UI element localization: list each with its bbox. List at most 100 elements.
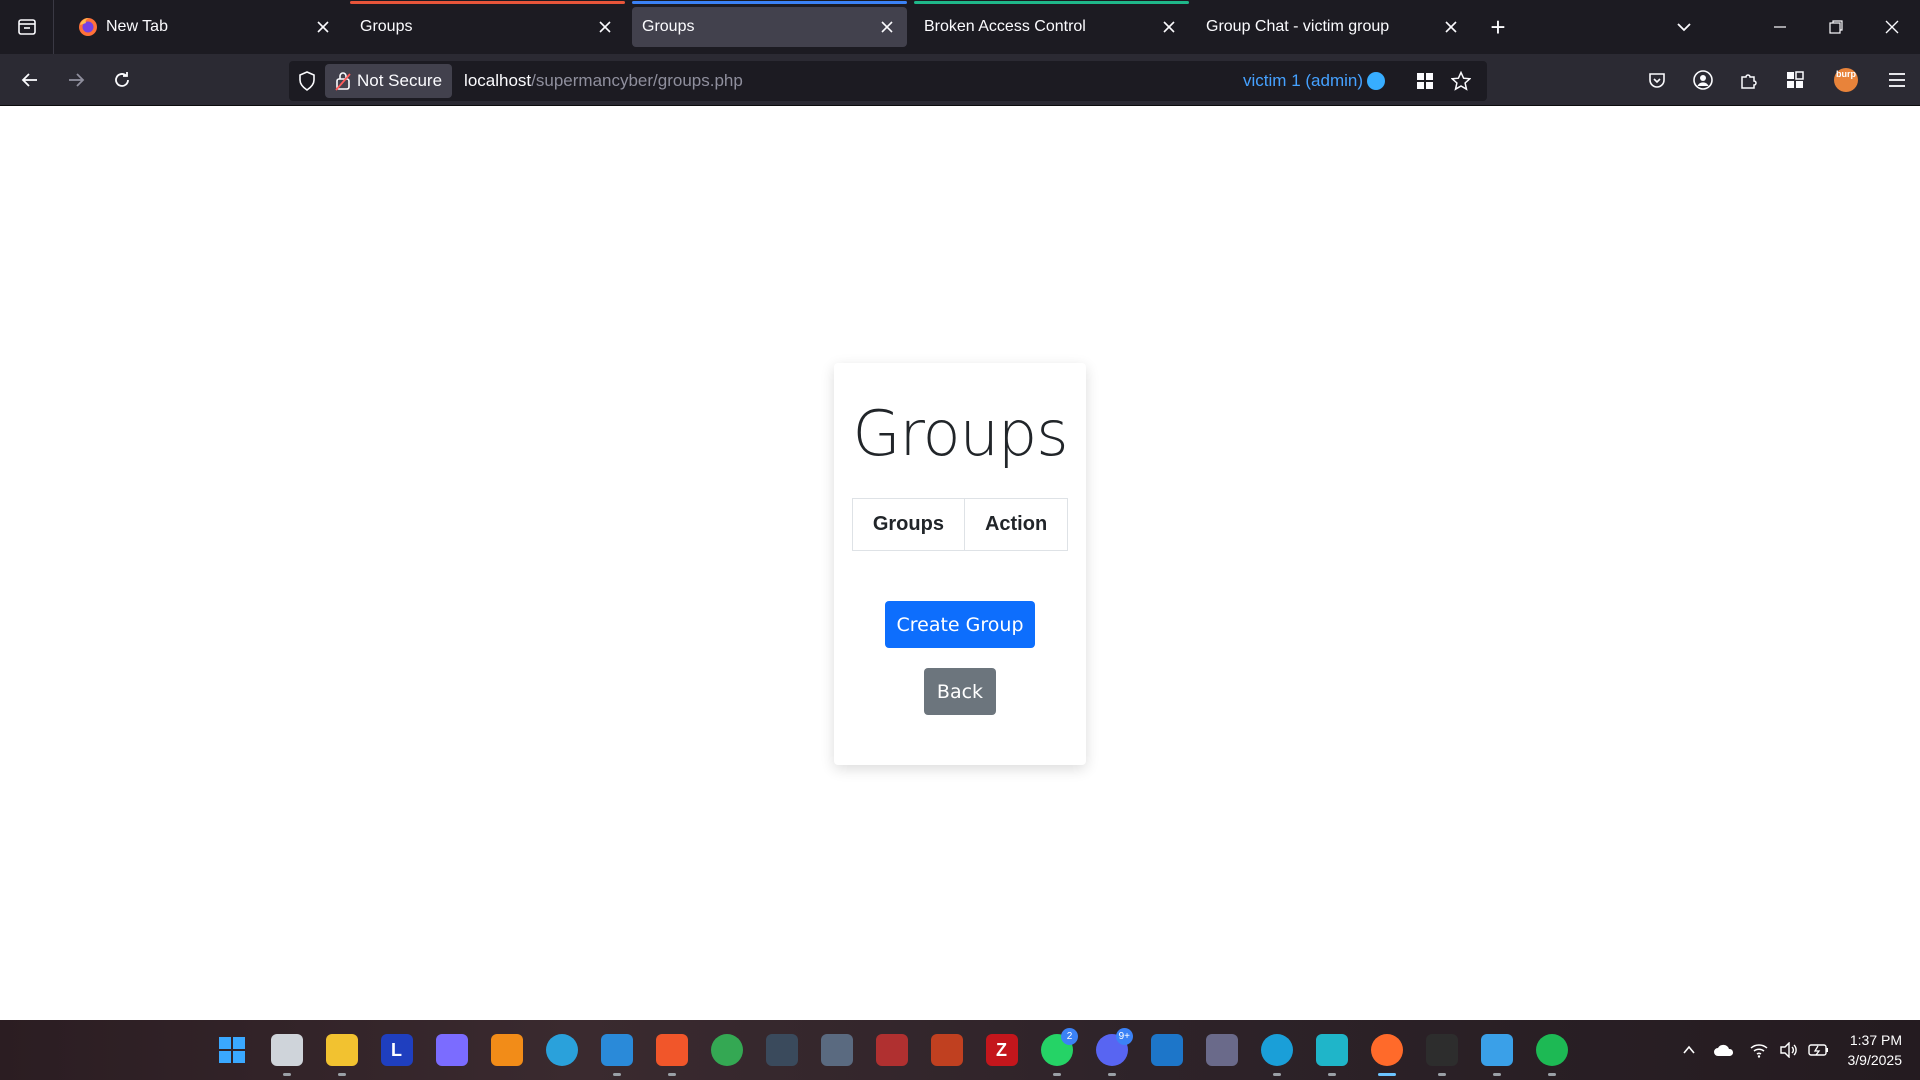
game-controller-icon (435, 1034, 468, 1066)
bookmark-button[interactable] (1443, 61, 1479, 101)
file-explorer-icon (325, 1034, 358, 1066)
battery-button[interactable] (1804, 1043, 1834, 1057)
taskbar-item[interactable] (919, 1020, 974, 1080)
virtualbox-icon (1150, 1034, 1183, 1066)
taskbar-item[interactable]: L (369, 1020, 424, 1080)
column-header-action: Action (963, 498, 1069, 551)
system-tray: 1:37 PM 3/9/2025 (1674, 1020, 1903, 1080)
show-hidden-icons-button[interactable] (1674, 1043, 1704, 1057)
star-icon (1451, 71, 1471, 91)
url-text[interactable]: localhost/supermancyber/groups.php (464, 71, 743, 91)
burp-extension-button[interactable]: burp (1818, 54, 1874, 106)
not-secure-indicator[interactable]: Not Secure (325, 64, 453, 98)
minimize-button[interactable] (1752, 0, 1808, 54)
groups-table: Groups Action (851, 498, 1069, 551)
taskbar-item[interactable] (259, 1020, 314, 1080)
browser-tab[interactable]: Groups (350, 1, 625, 47)
back-nav-button[interactable] (8, 60, 52, 100)
taskbar-item[interactable] (809, 1020, 864, 1080)
taskbar-item[interactable]: 9+ (1084, 1020, 1139, 1080)
app-menu-button[interactable] (1874, 54, 1920, 106)
task-view-icon (270, 1034, 303, 1066)
tab-title: Broken Access Control (924, 18, 1086, 35)
browser-tab[interactable]: Group Chat - victim group (1196, 7, 1471, 47)
toolbar-actions: burp (1634, 54, 1920, 106)
firefox-view-button[interactable] (0, 0, 54, 54)
taskbar-item[interactable] (1359, 1020, 1414, 1080)
taskbar-item[interactable] (1139, 1020, 1194, 1080)
running-indicator (1377, 1073, 1396, 1076)
taskbar-item[interactable] (534, 1020, 589, 1080)
close-window-button[interactable] (1864, 0, 1920, 54)
clock-time: 1:37 PM (1849, 1032, 1902, 1048)
navigation-toolbar: Not Secure localhost/supermancyber/group… (0, 54, 1920, 106)
taskbar-item[interactable] (1249, 1020, 1304, 1080)
spotify-icon (1535, 1034, 1568, 1066)
reload-button[interactable] (100, 60, 144, 100)
url-bar[interactable]: Not Secure localhost/supermancyber/group… (289, 61, 1487, 101)
browser-tab[interactable]: Broken Access Control (914, 1, 1189, 47)
close-tab-button[interactable] (595, 17, 615, 37)
browser-tab[interactable]: New Tab (68, 7, 343, 47)
taskbar-item[interactable] (314, 1020, 369, 1080)
page-viewport: Groups Groups Action Create Group Back (0, 107, 1920, 1020)
taskbar-item[interactable] (864, 1020, 919, 1080)
taskbar-item[interactable] (1524, 1020, 1579, 1080)
taskbar-item[interactable]: 2 (1029, 1020, 1084, 1080)
browser-tab[interactable]: Groups (632, 1, 907, 47)
grid-icon (1417, 73, 1433, 89)
volume-button[interactable] (1774, 1042, 1804, 1058)
list-all-tabs-button[interactable] (1656, 0, 1712, 54)
close-tab-button[interactable] (877, 17, 897, 37)
taskbar-item[interactable]: Z (974, 1020, 1029, 1080)
restore-button[interactable] (1808, 0, 1864, 54)
taskbar: L Z 2 9+ 1:37 PM 3/9/2025 (0, 1020, 1920, 1080)
extension-grid-button[interactable] (1407, 61, 1443, 101)
taskbar-item[interactable] (754, 1020, 809, 1080)
taskbar-item[interactable] (1469, 1020, 1524, 1080)
notepad-icon (1480, 1034, 1513, 1066)
back-button[interactable]: Back (924, 668, 996, 715)
taskbar-item[interactable] (204, 1020, 259, 1080)
container-color-bar (914, 1, 1189, 4)
network-button[interactable] (1744, 1042, 1774, 1058)
taskbar-item[interactable] (699, 1020, 754, 1080)
onedrive-button[interactable] (1704, 1043, 1744, 1057)
shield-icon (299, 71, 315, 91)
container-color-bar (350, 1, 625, 4)
pocket-icon (1649, 73, 1665, 88)
url-path: /supermancyber/groups.php (531, 71, 743, 90)
taskbar-item[interactable] (479, 1020, 534, 1080)
tab-list: New Tab Groups Groups Broken Access Control… (54, 0, 1478, 54)
forward-nav-button[interactable] (54, 60, 98, 100)
edge-icon (1260, 1034, 1293, 1066)
taskbar-item[interactable] (1304, 1020, 1359, 1080)
close-tab-button[interactable] (1441, 17, 1461, 37)
battery-icon (1807, 1044, 1828, 1056)
account-button[interactable] (1680, 54, 1726, 106)
taskbar-item[interactable] (589, 1020, 644, 1080)
close-tab-button[interactable] (1159, 17, 1179, 37)
extensions-button[interactable] (1726, 54, 1772, 106)
taskbar-item[interactable] (1414, 1020, 1469, 1080)
tab-title: New Tab (106, 18, 168, 35)
taskbar-item[interactable] (644, 1020, 699, 1080)
taskbar-item[interactable] (424, 1020, 479, 1080)
extension-apps-button[interactable] (1772, 54, 1818, 106)
taskbar-item[interactable] (1194, 1020, 1249, 1080)
plus-icon: + (1490, 11, 1506, 42)
container-indicator[interactable]: victim 1 (admin) (1243, 61, 1385, 101)
tab-title: Group Chat - victim group (1206, 18, 1390, 35)
hamburger-menu-icon (1889, 73, 1905, 87)
new-tab-button[interactable]: + (1478, 7, 1518, 47)
notification-badge: 2 (1061, 1028, 1078, 1045)
create-group-button[interactable]: Create Group (885, 601, 1035, 648)
clock[interactable]: 1:37 PM 3/9/2025 (1848, 1030, 1903, 1070)
pocket-button[interactable] (1634, 54, 1680, 106)
running-indicator (337, 1073, 346, 1076)
close-tab-button[interactable] (313, 17, 333, 37)
close-icon (1163, 21, 1175, 33)
tracking-protection-button[interactable] (289, 61, 325, 101)
chevron-down-icon (1677, 23, 1691, 32)
notification-badge: 9+ (1115, 1028, 1133, 1045)
